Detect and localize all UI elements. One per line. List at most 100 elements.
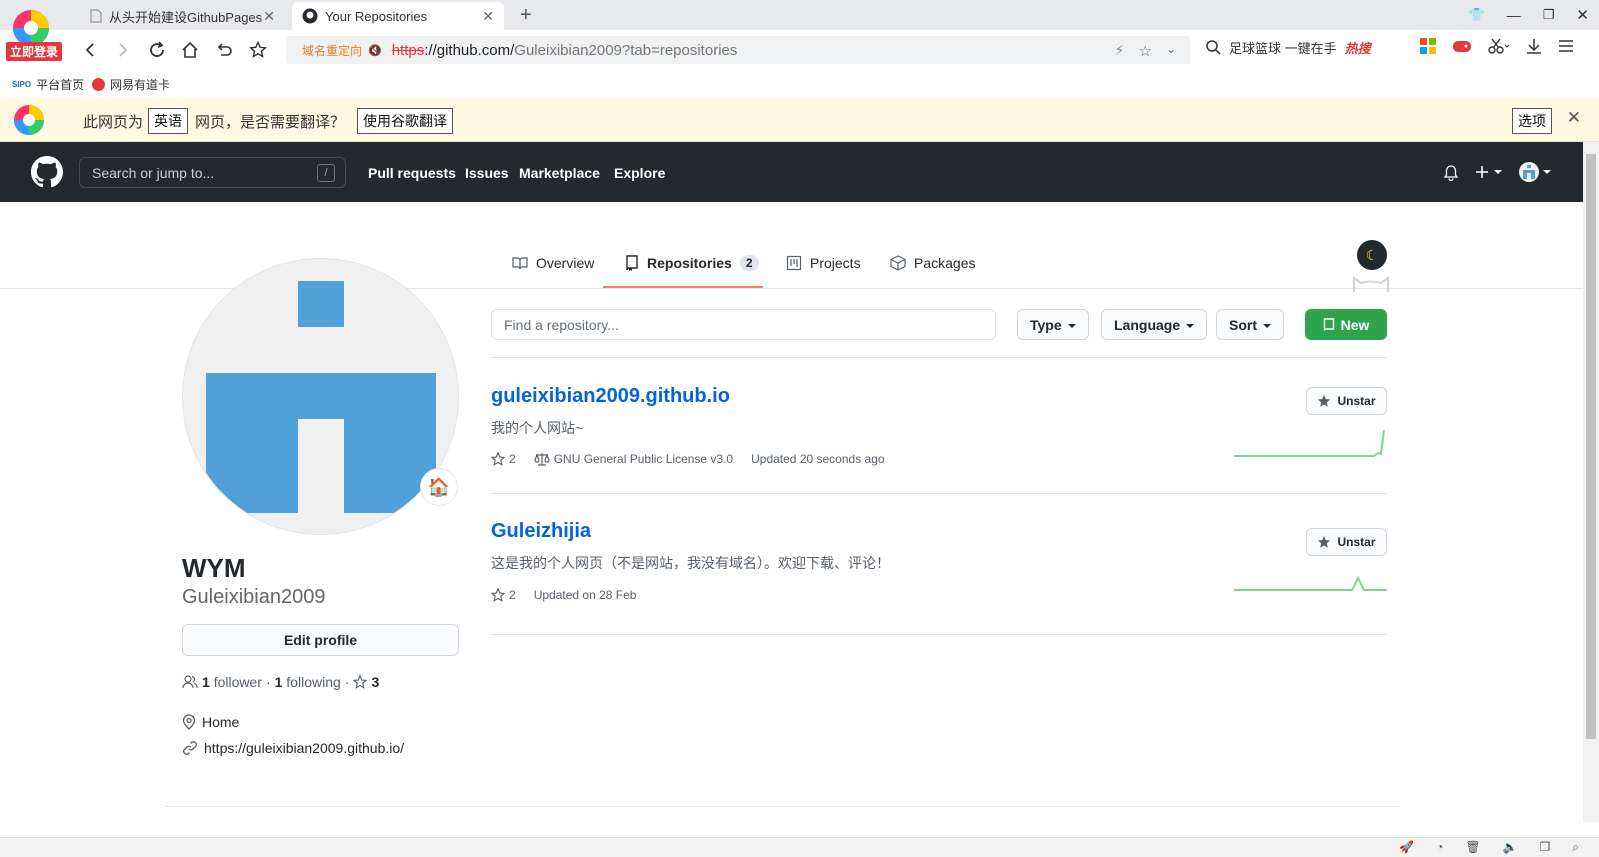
star-filled-icon	[1318, 394, 1331, 407]
moon-icon[interactable]: ☾	[1357, 240, 1387, 270]
following-count: 1	[274, 674, 283, 690]
sort-filter-button[interactable]: Sort	[1216, 309, 1284, 340]
tab-label: Overview	[536, 255, 595, 271]
google-translate-button[interactable]: 使用谷歌翻译	[357, 108, 453, 134]
identicon-image	[206, 281, 436, 534]
language-button[interactable]: 英语	[148, 108, 188, 134]
skin-icon[interactable]: 👕	[1469, 7, 1485, 23]
translate-options-button[interactable]: 选项	[1512, 108, 1552, 134]
create-new-dropdown[interactable]	[1474, 164, 1502, 180]
github-search-input[interactable]: Search or jump to... /	[79, 157, 346, 188]
status-emoji[interactable]: 🏠	[420, 468, 458, 506]
bookmark-item[interactable]: 网易有道卡	[92, 76, 170, 93]
footer-divider	[165, 806, 1400, 807]
close-icon[interactable]: ✕	[1567, 108, 1581, 128]
tab-packages[interactable]: Packages	[890, 255, 975, 271]
website-link[interactable]: https://guleixibian2009.github.io/	[204, 740, 404, 756]
bookmark-item[interactable]: SIPO 平台首页	[12, 76, 84, 93]
location-item: Home	[182, 714, 239, 730]
close-window-icon[interactable]: ✕	[1576, 6, 1589, 24]
minimize-icon[interactable]: —	[1507, 7, 1521, 23]
undo-icon[interactable]	[212, 38, 236, 62]
user-menu-dropdown[interactable]	[1519, 162, 1551, 182]
follow-stats: 1 follower · 1 following · 3	[182, 674, 379, 690]
back-icon[interactable]	[78, 38, 102, 62]
game-icon[interactable]	[1452, 38, 1472, 54]
lightning-icon[interactable]: ⚡	[1115, 42, 1125, 60]
tab-your-repositories[interactable]: Your Repositories ✕	[292, 2, 504, 30]
page-scrollbar[interactable]	[1583, 142, 1599, 822]
tab-overview[interactable]: Overview	[512, 255, 594, 271]
volume-icon[interactable]: 🔈	[1503, 840, 1518, 855]
repo-name-link[interactable]: Guleizhijia	[491, 520, 591, 543]
scissors-icon[interactable]	[1488, 38, 1510, 54]
bookmark-star-icon[interactable]	[246, 38, 270, 62]
unstar-button[interactable]: Unstar	[1306, 528, 1387, 556]
active-tab-underline	[603, 286, 763, 288]
website-item[interactable]: https://guleixibian2009.github.io/	[182, 740, 404, 756]
speed-icon[interactable]: ◔	[1436, 840, 1443, 855]
search-icon	[1206, 40, 1221, 55]
zoom-icon[interactable]: ⌕	[1572, 840, 1579, 855]
find-repository-input[interactable]: Find a repository...	[491, 309, 996, 340]
new-repository-button[interactable]: New	[1305, 309, 1387, 340]
window-icon[interactable]: ❐	[1540, 840, 1551, 855]
profile-login: Guleixibian2009	[182, 586, 326, 608]
nav-issues[interactable]: Issues	[465, 165, 509, 181]
edit-profile-button[interactable]: Edit profile	[182, 624, 459, 656]
close-icon[interactable]: ✕	[263, 8, 275, 25]
download-icon[interactable]	[1526, 38, 1542, 54]
tab-githubpages[interactable]: 从头开始建设GithubPages | ✕	[80, 2, 285, 30]
repo-stars-link[interactable]: 2	[491, 452, 516, 466]
following-link[interactable]: 1 following	[275, 674, 341, 690]
bell-icon[interactable]	[1443, 165, 1459, 181]
forward-icon[interactable]	[111, 38, 135, 62]
tab-label: Repositories	[647, 255, 732, 271]
nav-marketplace[interactable]: Marketplace	[519, 165, 600, 181]
github-logo-icon[interactable]	[31, 156, 63, 188]
browser-tab-bar: 从头开始建设GithubPages | ✕ Your Repositories …	[0, 0, 1599, 46]
language-filter-button[interactable]: Language	[1101, 309, 1208, 340]
type-filter-button[interactable]: Type	[1017, 309, 1089, 340]
tab-projects[interactable]: Projects	[786, 255, 861, 271]
new-tab-icon[interactable]: +	[520, 4, 532, 27]
menu-icon[interactable]	[1558, 38, 1574, 54]
home-icon[interactable]	[178, 38, 202, 62]
nav-pull-requests[interactable]: Pull requests	[368, 165, 456, 181]
unstar-button[interactable]: Unstar	[1306, 387, 1387, 415]
url-scheme: https	[391, 41, 425, 59]
repo-license: GNU General Public License v3.0	[534, 452, 733, 466]
avatar[interactable]	[182, 258, 459, 535]
stars-link[interactable]: 3	[353, 674, 379, 690]
caret-down-icon	[1494, 170, 1502, 174]
rocket-icon[interactable]: 🚀	[1399, 840, 1414, 855]
tab-repositories[interactable]: Repositories 2	[625, 255, 759, 271]
followers-link[interactable]: 1 follower	[202, 674, 262, 690]
caret-down-icon	[1186, 323, 1195, 328]
trash-icon[interactable]: 🗑	[1465, 840, 1480, 855]
maximize-icon[interactable]: ❐	[1543, 7, 1555, 23]
caret-down-icon	[1263, 323, 1271, 328]
close-icon[interactable]: ✕	[482, 8, 494, 25]
favorite-icon[interactable]: ☆	[1138, 42, 1151, 60]
nav-explore[interactable]: Explore	[614, 165, 665, 181]
apps-icon[interactable]	[1420, 38, 1436, 54]
repo-description: 我的个人网站~	[491, 420, 584, 436]
browser-status-bar: 🚀 ◔ 🗑 🔈 ❐ ⌕	[0, 837, 1599, 857]
login-badge[interactable]: 立即登录	[6, 42, 63, 61]
repo-name-link[interactable]: guleixibian2009.github.io	[491, 385, 730, 408]
chevron-down-icon[interactable]: ⌄	[1166, 42, 1176, 60]
unstar-label: Unstar	[1337, 535, 1376, 549]
window-controls: 👕 — ❐ ✕	[1469, 0, 1589, 30]
sipo-icon: SIPO	[12, 80, 32, 89]
search-widget[interactable]: 足球篮球 一键在手 热搜	[1206, 38, 1371, 57]
address-bar[interactable]: 域名重定向 🔇 https ://github.com/ Guleixibian…	[286, 36, 1190, 64]
reload-icon[interactable]	[145, 38, 169, 62]
divider	[491, 634, 1387, 635]
star-icon	[491, 452, 505, 466]
unstar-label: Unstar	[1337, 394, 1376, 408]
scrollbar-thumb[interactable]	[1586, 154, 1596, 739]
following-label: following	[286, 674, 341, 690]
repo-meta: 2 Updated on 28 Feb	[491, 588, 636, 602]
repo-stars-link[interactable]: 2	[491, 588, 516, 602]
